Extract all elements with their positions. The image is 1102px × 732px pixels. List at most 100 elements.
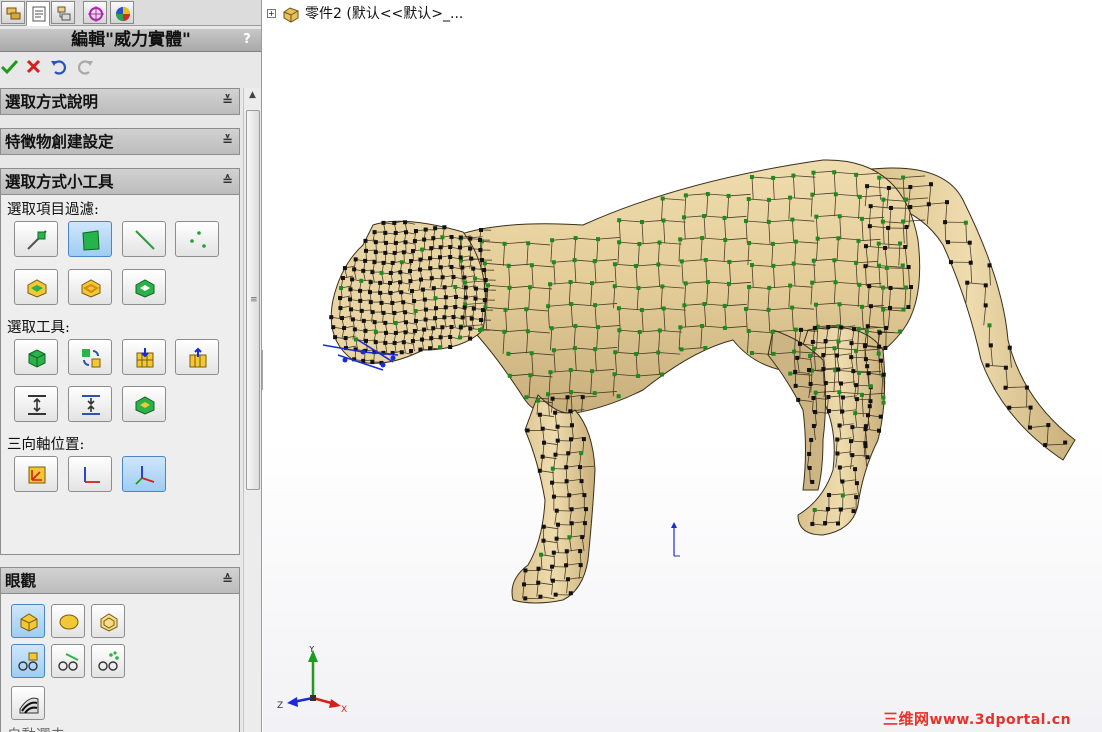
crease-vertex — [881, 395, 886, 400]
scroll-thumb[interactable]: ≡ — [246, 110, 260, 490]
expand-loop-button[interactable] — [14, 386, 58, 422]
mesh-vertex — [329, 315, 334, 320]
filter-faces-button[interactable] — [68, 221, 112, 257]
triad-normal-button[interactable] — [122, 456, 166, 492]
mesh-vertex — [1007, 405, 1012, 410]
mesh-vertex — [569, 423, 574, 428]
mesh-vertex — [983, 303, 988, 308]
mesh-vertex — [837, 465, 842, 470]
panther-mesh-model[interactable] — [263, 0, 1102, 732]
mesh-vertex — [388, 280, 393, 285]
mesh-vertex — [462, 305, 467, 310]
mesh-vertex — [988, 343, 993, 348]
mesh-vertex — [361, 268, 366, 273]
crease-vertex — [573, 324, 578, 329]
filter-vertices-button[interactable] — [175, 221, 219, 257]
tab-dimxpert[interactable] — [83, 1, 107, 24]
triad-world-button[interactable] — [68, 456, 112, 492]
crease-vertex — [506, 351, 511, 356]
crease-vertex — [898, 329, 903, 334]
group-selection-tools[interactable]: 選取方式小工具 ≙ — [0, 168, 240, 195]
tab-configurationmanager[interactable] — [51, 1, 75, 24]
filter-face-loop-button[interactable] — [14, 269, 58, 305]
reference-triad[interactable]: Y X Z — [273, 646, 353, 716]
show-cage-button[interactable] — [11, 644, 45, 678]
redo-button[interactable] — [75, 57, 95, 77]
wireframe-button[interactable] — [91, 604, 125, 638]
mesh-vertex — [536, 580, 541, 585]
help-button[interactable]: ? — [239, 32, 255, 48]
panel-scrollbar[interactable]: ▲ ≡ — [243, 88, 261, 732]
filter-ring-button[interactable] — [122, 269, 166, 305]
crease-vertex — [898, 241, 903, 246]
mesh-vertex — [418, 347, 423, 352]
mesh-vertex — [908, 285, 913, 290]
crease-vertex — [478, 328, 483, 333]
part-name-label[interactable]: 零件2 (默认<<默认>_... — [305, 4, 463, 24]
crease-vertex — [502, 329, 507, 334]
crease-vertex — [656, 262, 661, 267]
mesh-vertex — [812, 325, 817, 330]
group-selection-help[interactable]: 選取方式說明 ≚ — [0, 88, 240, 115]
cancel-button[interactable] — [24, 57, 44, 77]
crease-vertex — [747, 285, 752, 290]
crease-vertex — [814, 302, 819, 307]
crease-vertex — [634, 263, 639, 268]
crease-vertex — [791, 261, 796, 266]
mesh-vertex — [838, 507, 843, 512]
mesh-vertex — [877, 344, 882, 349]
graphics-area[interactable]: + 零件2 (默认<<默认>_... Y X Z 三维网www.3dportal… — [263, 0, 1102, 732]
show-vertices-button[interactable] — [91, 644, 125, 678]
shrink-selection-button[interactable] — [175, 339, 219, 375]
mesh-vertex — [840, 479, 845, 484]
shaded-cube-icon — [20, 613, 38, 632]
group-creation-settings[interactable]: 特徵物創建設定 ≚ — [0, 128, 240, 155]
mesh-vertex — [865, 455, 870, 460]
tree-expand-toggle[interactable]: + — [267, 9, 276, 18]
invert-selection-button[interactable] — [68, 339, 112, 375]
grow-selection-button[interactable] — [122, 339, 166, 375]
crease-vertex — [810, 280, 815, 285]
crease-vertex — [617, 240, 622, 245]
ok-button[interactable] — [0, 57, 20, 77]
crease-vertex — [880, 219, 885, 224]
shaded-with-edges-button[interactable] — [11, 604, 45, 638]
filter-lines-button[interactable] — [122, 221, 166, 257]
contract-loop-button[interactable] — [68, 386, 112, 422]
scroll-up-arrow-icon[interactable]: ▲ — [246, 90, 259, 103]
chevron-down-icon[interactable]: ≚ — [222, 89, 233, 114]
select-all-button[interactable] — [14, 339, 58, 375]
chevron-up-icon[interactable]: ≙ — [222, 169, 233, 194]
mesh-vertex — [886, 225, 891, 230]
crease-vertex — [854, 348, 859, 353]
auto-select-label: 自動選去 — [7, 724, 65, 732]
featuremanager-icon — [6, 7, 21, 20]
undo-button[interactable] — [49, 57, 69, 77]
zebra-stripes-button[interactable] — [11, 686, 45, 720]
crease-vertex — [700, 324, 705, 329]
crease-vertex — [524, 395, 529, 400]
tab-featuremanager[interactable] — [1, 1, 25, 24]
chevron-down-icon[interactable]: ≚ — [222, 129, 233, 154]
crease-vertex — [679, 259, 684, 264]
mesh-vertex — [409, 349, 414, 354]
smooth-shaded-button[interactable] — [51, 604, 85, 638]
filter-edges-button[interactable] — [14, 221, 58, 257]
crease-vertex — [507, 373, 512, 378]
show-edges-button[interactable] — [51, 644, 85, 678]
filter-edge-loop-button[interactable] — [68, 269, 112, 305]
triad-local-button[interactable] — [14, 456, 58, 492]
mesh-vertex — [878, 414, 883, 419]
tab-display-manager[interactable] — [110, 1, 134, 24]
mesh-vertex — [398, 270, 403, 275]
mesh-vertex — [564, 563, 569, 568]
select-loop-face-button[interactable] — [122, 386, 166, 422]
tab-propertymanager[interactable] — [26, 1, 50, 26]
mesh-vertex — [479, 318, 484, 323]
crease-vertex — [528, 373, 533, 378]
mesh-vertex — [968, 260, 973, 265]
group-appearance[interactable]: 眼觀 ≙ — [0, 567, 240, 594]
mesh-vertex — [967, 240, 972, 245]
chevron-up-icon[interactable]: ≙ — [222, 568, 233, 593]
mesh-vertex — [471, 306, 476, 311]
